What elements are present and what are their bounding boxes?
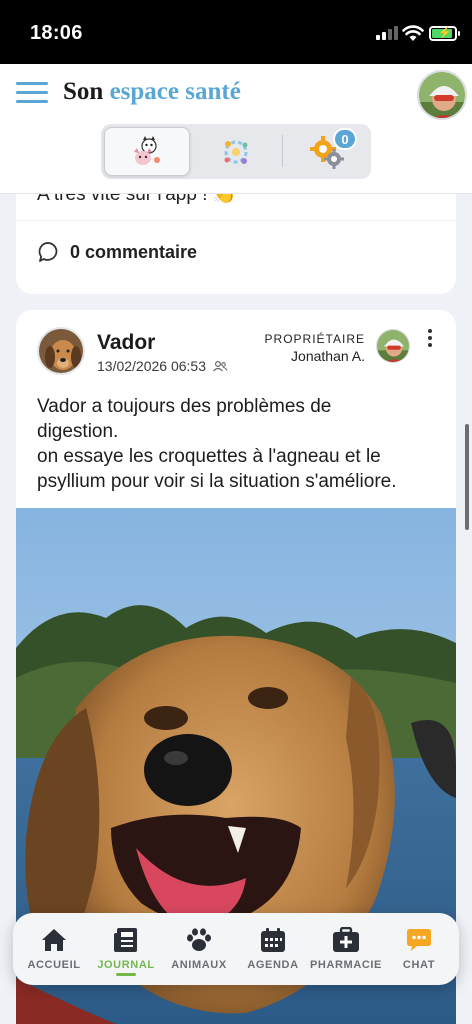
cat-dog-icon xyxy=(134,135,160,165)
user-avatar[interactable] xyxy=(417,70,467,120)
active-tab-indicator xyxy=(116,973,136,976)
signal-icon xyxy=(376,26,398,40)
tab-journal[interactable]: JOURNAL xyxy=(89,927,163,977)
divider xyxy=(16,220,456,221)
chat-bubble-icon xyxy=(407,929,431,951)
tab-chat[interactable]: CHAT xyxy=(382,927,456,977)
tab-agenda[interactable]: AGENDA xyxy=(236,927,310,977)
scroll-indicator[interactable] xyxy=(465,424,469,530)
tab-settings[interactable] xyxy=(285,127,368,176)
owner-role: PROPRIÉTAIRE xyxy=(264,332,365,346)
post-text: Vador a toujours des problèmes de digest… xyxy=(37,396,397,492)
previous-post-card: A très vite sur l'app ! 👏 0 commentaire xyxy=(16,194,456,294)
bottom-tab-bar: ACCUEIL JOURNAL ANIMAUX AGENDA PHARMACIE… xyxy=(13,913,459,985)
tab-pharmacie[interactable]: PHARMACIE xyxy=(309,927,383,977)
visibility-group-icon xyxy=(213,360,228,372)
wifi-icon xyxy=(402,25,424,41)
pet-name[interactable]: Vador xyxy=(97,331,155,355)
journal-feed[interactable]: A très vite sur l'app ! 👏 0 commentaire … xyxy=(0,194,472,1024)
post-date: 13/02/2026 06:53 xyxy=(97,358,228,374)
more-options-icon[interactable] xyxy=(426,329,434,349)
medkit-icon xyxy=(333,927,359,952)
tab-accueil[interactable]: ACCUEIL xyxy=(17,927,91,977)
paw-icon xyxy=(187,928,211,951)
owner-avatar[interactable] xyxy=(376,329,410,363)
status-bar: 18:06 ⚡ xyxy=(0,0,472,64)
previous-post-text: A très vite sur l'app ! 👏 xyxy=(37,194,237,205)
newspaper-icon xyxy=(114,928,137,952)
app-header: Son espace santé 0 xyxy=(0,64,472,194)
sparkle-badge-icon xyxy=(224,140,248,164)
pet-avatar[interactable] xyxy=(37,327,85,375)
battery-icon: ⚡ xyxy=(429,26,460,41)
segment-divider xyxy=(282,135,283,167)
owner-name: Jonathan A. xyxy=(291,348,365,364)
calendar-icon xyxy=(261,928,285,952)
app-title: Son espace santé xyxy=(63,78,241,105)
tab-animaux[interactable]: ANIMAUX xyxy=(162,927,236,977)
tab-animals-journal[interactable] xyxy=(104,127,190,176)
menu-icon[interactable] xyxy=(16,82,48,104)
comment-bubble-icon xyxy=(38,242,58,262)
comments-count: 0 commentaire xyxy=(70,241,198,262)
comments-button[interactable]: 0 commentaire xyxy=(37,240,197,264)
tab-notifications[interactable]: 0 xyxy=(193,127,357,176)
home-icon xyxy=(42,929,66,951)
status-time: 18:06 xyxy=(30,22,83,44)
gears-icon xyxy=(309,135,344,169)
view-switcher: 0 xyxy=(101,124,371,179)
